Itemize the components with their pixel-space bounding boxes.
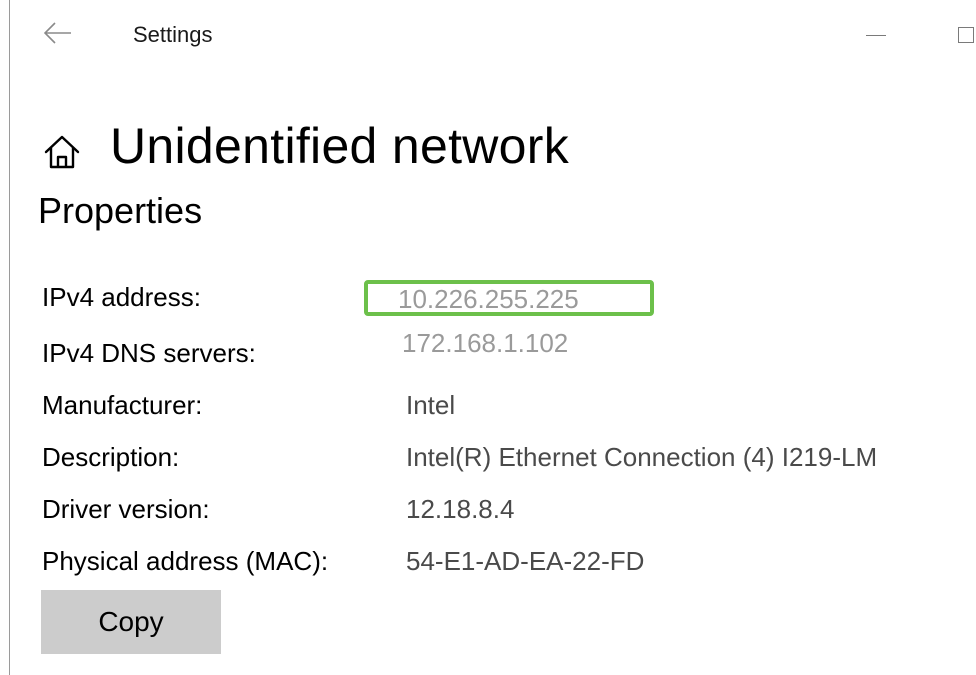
- minimize-icon: [866, 35, 886, 36]
- property-label: Driver version:: [42, 494, 210, 524]
- section-title: Properties: [38, 190, 203, 231]
- property-row-ipv4-address: IPv4 address: 10.226.255.225: [42, 280, 972, 320]
- window-title: Settings: [133, 22, 213, 47]
- back-arrow-icon: [44, 22, 71, 44]
- title-bar: Settings: [0, 0, 976, 70]
- property-value-ipv4-address: 10.226.255.225: [398, 284, 579, 314]
- property-label: Physical address (MAC):: [42, 546, 329, 576]
- property-row-description: Description: Intel(R) Ethernet Connectio…: [42, 438, 972, 478]
- property-row-ipv4-dns: IPv4 DNS servers: 172.168.1.102: [42, 328, 972, 370]
- copy-button[interactable]: Copy: [41, 590, 221, 654]
- property-row-mac-address: Physical address (MAC): 54-E1-AD-EA-22-F…: [42, 542, 972, 582]
- page-title: Unidentified network: [110, 118, 570, 174]
- settings-window: Settings Unidentified network Properties…: [0, 0, 976, 675]
- home-icon[interactable]: [42, 132, 82, 172]
- back-button[interactable]: [36, 14, 80, 54]
- property-value-manufacturer: Intel: [406, 390, 456, 420]
- property-value-driver-version: 12.18.8.4: [406, 494, 515, 524]
- property-label: Manufacturer:: [42, 390, 203, 420]
- minimize-button[interactable]: [860, 18, 896, 54]
- maximize-icon: [958, 27, 974, 43]
- property-value-mac-address: 54-E1-AD-EA-22-FD: [406, 546, 645, 576]
- property-value-description: Intel(R) Ethernet Connection (4) I219-LM: [406, 442, 878, 472]
- property-label: IPv4 DNS servers:: [42, 338, 256, 368]
- maximize-button[interactable]: [950, 18, 976, 54]
- property-row-driver-version: Driver version: 12.18.8.4: [42, 490, 972, 530]
- property-value-ipv4-dns: 172.168.1.102: [402, 328, 569, 358]
- property-label: IPv4 address:: [42, 282, 201, 312]
- property-row-manufacturer: Manufacturer: Intel: [42, 386, 972, 426]
- window-left-border: [9, 0, 10, 675]
- property-label: Description:: [42, 442, 180, 472]
